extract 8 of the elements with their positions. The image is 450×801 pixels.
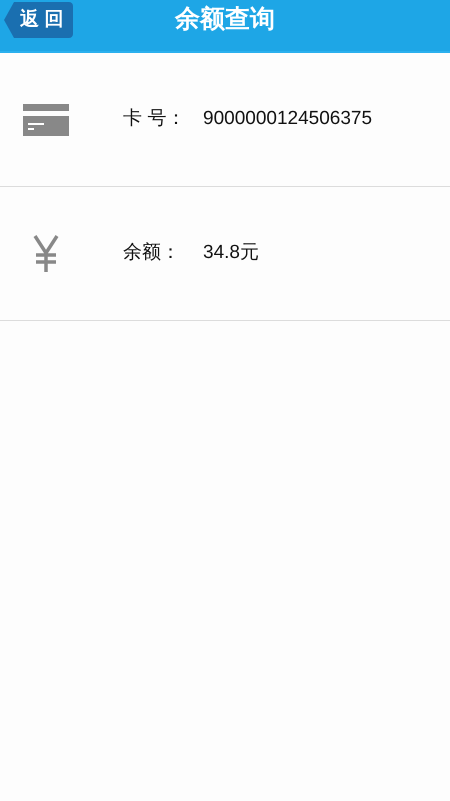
field-label: 卡 号： [123, 107, 186, 132]
card-icon [22, 104, 68, 136]
page-title: 余额查询 [175, 4, 275, 35]
back-button[interactable]: 返 回 [4, 2, 74, 38]
field-value: 9000000124506375 [203, 107, 372, 132]
yen-icon [32, 234, 58, 272]
field-value: 34.8元 [203, 241, 259, 266]
field-label: 余额： [123, 241, 181, 266]
